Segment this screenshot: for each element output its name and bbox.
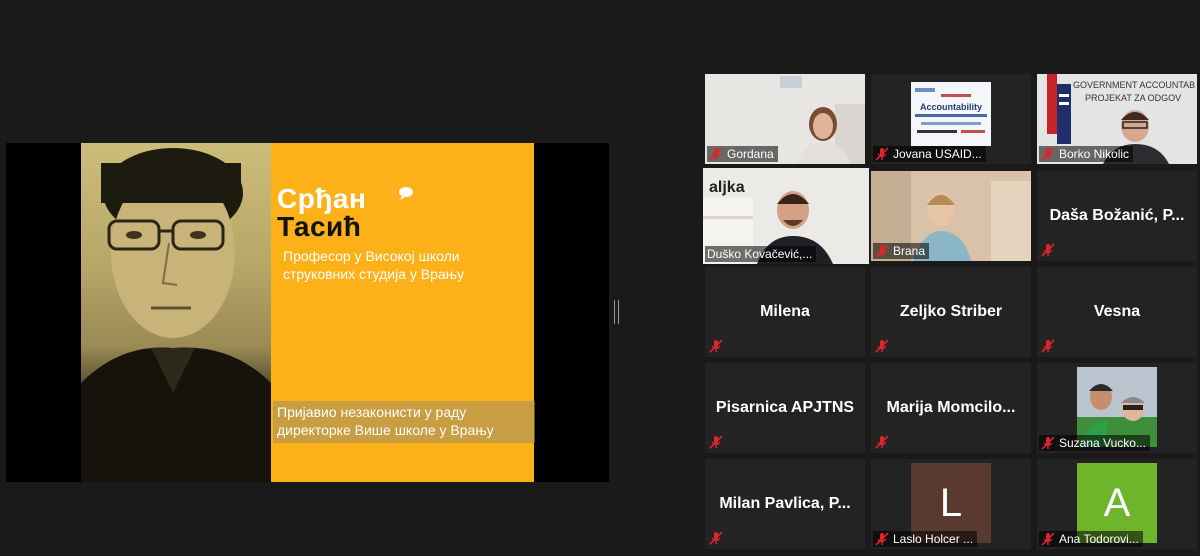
participant-tile-pisarnica[interactable]: Pisarnica APJTNS xyxy=(705,363,865,453)
speech-bubble-icon xyxy=(399,187,413,200)
muted-mic-icon xyxy=(875,244,889,258)
participant-name: Jovana USAID... xyxy=(893,147,982,161)
muted-mic-icon xyxy=(875,147,889,161)
split-resize-handle[interactable] xyxy=(614,300,619,324)
muted-mic-icon xyxy=(875,435,889,449)
muted-mic-icon xyxy=(1041,532,1055,546)
banner-line-2: PROJEKAT ZA ODGOV xyxy=(1085,93,1181,103)
participant-name: Laslo Holcer ... xyxy=(893,532,974,546)
participant-name: Pisarnica APJTNS xyxy=(715,399,855,416)
participant-tile-brana[interactable]: Brana xyxy=(871,171,1031,261)
muted-mic-icon xyxy=(1041,339,1055,353)
presenter-subtitle: Професор у Високој школи струковних студ… xyxy=(283,248,465,282)
background-text: alјka xyxy=(709,179,745,196)
participant-tile-borko[interactable]: GOVERNMENT ACCOUNTAB PROJEKAT ZA ODGOV B… xyxy=(1037,74,1197,164)
participant-label: Suzana Vucko... xyxy=(1039,435,1150,451)
participant-name: Daša Božanić, P... xyxy=(1049,207,1185,224)
muted-mic-icon xyxy=(709,147,723,161)
participant-label: Borko Nikolic xyxy=(1039,146,1134,162)
participant-label: Brana xyxy=(873,243,930,259)
participant-name: Marija Momcilo... xyxy=(886,399,1016,416)
participant-name: Vesna xyxy=(1093,303,1141,320)
muted-mic-icon xyxy=(709,339,723,353)
muted-mic-icon xyxy=(709,435,723,449)
slide-caption: Пријавио незаконисти у раду директорке В… xyxy=(273,401,535,443)
muted-mic-icon xyxy=(875,532,889,546)
participant-tile-zeljko[interactable]: Zeljko Striber xyxy=(871,267,1031,357)
participant-name: Milan Pavlica, P... xyxy=(719,495,851,512)
participant-name: Zeljko Striber xyxy=(899,303,1003,320)
slide-word: Accountability xyxy=(920,102,982,112)
participant-tile-milena[interactable]: Milena xyxy=(705,267,865,357)
participant-tile-milan[interactable]: Milan Pavlica, P... xyxy=(705,459,865,549)
participant-label: Ana Todorovi... xyxy=(1039,531,1143,547)
participant-tile-jovana[interactable]: Accountability Jovana USAID... xyxy=(871,74,1031,164)
shared-screen: Срђан Тасић Професор у Високој школи стр… xyxy=(6,143,609,482)
presenter-photo xyxy=(81,143,271,482)
muted-mic-icon xyxy=(709,531,723,545)
participant-tile-laslo[interactable]: L Laslo Holcer ... xyxy=(871,459,1031,549)
participant-label: Gordana xyxy=(707,146,778,162)
muted-mic-icon xyxy=(1041,436,1055,450)
participant-name: Gordana xyxy=(727,147,774,161)
participant-tile-marija[interactable]: Marija Momcilo... xyxy=(871,363,1031,453)
participant-tile-vesna[interactable]: Vesna xyxy=(1037,267,1197,357)
muted-mic-icon xyxy=(1041,147,1055,161)
participant-name: Suzana Vucko... xyxy=(1059,436,1146,450)
participant-name: Duško Kovačević,... xyxy=(707,247,813,261)
participant-tile-dusko[interactable]: alјka Duško Kovačević,... xyxy=(703,168,869,264)
slide-yellow-panel: Срђан Тасић Професор у Високој школи стр… xyxy=(271,143,535,482)
participant-label: Jovana USAID... xyxy=(873,146,986,162)
participant-tile-dasa[interactable]: Daša Božanić, P... xyxy=(1037,171,1197,261)
participant-label: Duško Kovačević,... xyxy=(705,246,817,262)
participant-label: Laslo Holcer ... xyxy=(873,531,978,547)
presenter-last-name: Тасић xyxy=(277,211,362,242)
muted-mic-icon xyxy=(1041,243,1055,257)
participant-name: Ana Todorovi... xyxy=(1059,532,1139,546)
banner-line-1: GOVERNMENT ACCOUNTAB xyxy=(1073,80,1195,90)
participant-tile-suzana[interactable]: Suzana Vucko... xyxy=(1037,363,1197,453)
participant-tile-gordana[interactable]: Gordana xyxy=(705,74,865,164)
participant-name: Milena xyxy=(760,303,810,320)
muted-mic-icon xyxy=(875,339,889,353)
participant-name: Brana xyxy=(893,244,926,258)
participant-tile-ana[interactable]: A Ana Todorovi... xyxy=(1037,459,1197,549)
participant-name: Borko Nikolic xyxy=(1059,147,1130,161)
